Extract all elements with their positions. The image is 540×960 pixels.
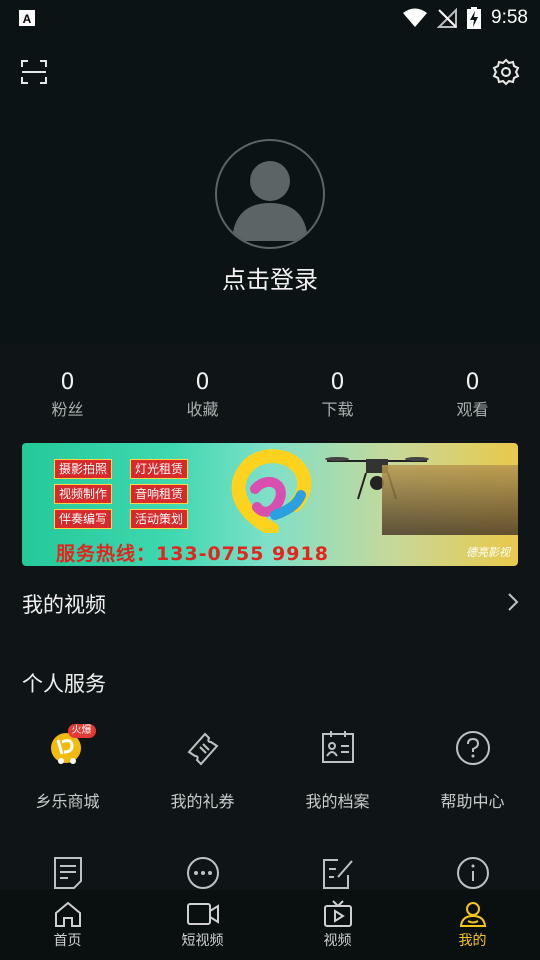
clock: 9:58 (491, 7, 528, 28)
help-icon (455, 731, 490, 765)
avatar[interactable] (215, 139, 325, 249)
info-icon (456, 857, 489, 889)
my-videos-title[interactable]: 我的视频 (22, 589, 106, 619)
more-icon (186, 857, 219, 889)
coupon-icon (186, 732, 219, 766)
service-note[interactable] (0, 855, 135, 891)
service-label: 我的档案 (305, 792, 370, 811)
no-signal-icon (437, 8, 458, 28)
app-notification-icon: A (19, 10, 35, 26)
service-info[interactable] (405, 855, 540, 891)
banner-tag: 灯光租赁 (130, 459, 189, 479)
banner-tag: 伴奏编写 (54, 509, 113, 529)
tab-video[interactable]: 视频 (270, 890, 405, 960)
camera-crew-photo (382, 465, 518, 535)
stat-label: 下载 (321, 400, 354, 419)
service-edit[interactable] (270, 855, 405, 891)
tab-label: 我的 (458, 933, 487, 949)
banner-tag: 摄影拍照 (54, 459, 113, 479)
home-icon (54, 901, 81, 927)
top-bar (0, 52, 540, 96)
stat-label: 收藏 (186, 400, 219, 419)
service-coupon[interactable]: 我的礼券 (135, 728, 270, 812)
stat-label: 粉丝 (51, 400, 84, 419)
stat-downloads[interactable]: 0 下载 (270, 368, 405, 422)
banner-tag: 活动策划 (130, 509, 189, 529)
services-row: 火爆 乡乐商城 我的礼券 我的档案 帮助中心 (0, 724, 540, 812)
tab-label: 短视频 (181, 933, 224, 949)
tab-home[interactable]: 首页 (0, 890, 135, 960)
tv-icon (323, 900, 352, 927)
stat-views[interactable]: 0 观看 (405, 368, 540, 422)
service-label: 乡乐商城 (35, 792, 100, 811)
battery-charging-icon (467, 7, 482, 29)
login-prompt[interactable]: 点击登录 (0, 260, 540, 295)
chevron-right-icon[interactable] (506, 592, 520, 612)
camera-icon (186, 903, 219, 925)
note-icon (53, 857, 82, 889)
tab-short-video[interactable]: 短视频 (135, 890, 270, 960)
user-icon (459, 902, 486, 927)
banner-signature: 德亮影视 (466, 546, 510, 559)
stat-value: 0 (60, 370, 75, 395)
personal-services-title: 个人服务 (22, 672, 106, 696)
service-profile[interactable]: 我的档案 (270, 728, 405, 812)
scan-icon[interactable] (20, 58, 48, 86)
status-bar: A 9:58 (0, 0, 540, 36)
service-label: 帮助中心 (440, 792, 505, 811)
service-more[interactable] (135, 855, 270, 891)
hot-badge: 火爆 (67, 724, 96, 738)
banner-tag: 音响租赁 (130, 484, 189, 504)
service-label: 我的礼券 (170, 792, 235, 811)
service-help[interactable]: 帮助中心 (405, 728, 540, 812)
banner-tag: 视频制作 (54, 484, 113, 504)
tab-label: 首页 (53, 933, 82, 949)
svg-text:A: A (23, 12, 32, 26)
stat-label: 观看 (456, 400, 489, 419)
profile-card-icon (321, 731, 354, 763)
settings-gear-icon[interactable] (492, 58, 520, 86)
stat-favorites[interactable]: 0 收藏 (135, 368, 270, 422)
stat-fans[interactable]: 0 粉丝 (0, 368, 135, 422)
brand-logo (231, 449, 312, 533)
stat-value: 0 (330, 370, 345, 395)
tab-mine[interactable]: 我的 (405, 890, 540, 960)
tab-label: 视频 (323, 933, 352, 949)
stat-value: 0 (465, 370, 480, 395)
bottom-tab-bar: 首页 短视频 视频 我的 (0, 890, 540, 960)
ad-banner[interactable]: 摄影拍照 灯光租赁 视频制作 音响租赁 伴奏编写 活动策划 服务热线：133-0… (22, 443, 518, 566)
stat-value: 0 (195, 370, 210, 395)
wifi-icon (403, 8, 428, 27)
stats-row: 0 粉丝 0 收藏 0 下载 0 观看 (0, 368, 540, 422)
services-row-2 (0, 855, 540, 891)
edit-icon (322, 859, 353, 889)
service-shop[interactable]: 火爆 乡乐商城 (0, 724, 135, 812)
default-user-icon (232, 161, 308, 241)
banner-hotline: 服务热线：133-0755 9918 (56, 543, 329, 565)
